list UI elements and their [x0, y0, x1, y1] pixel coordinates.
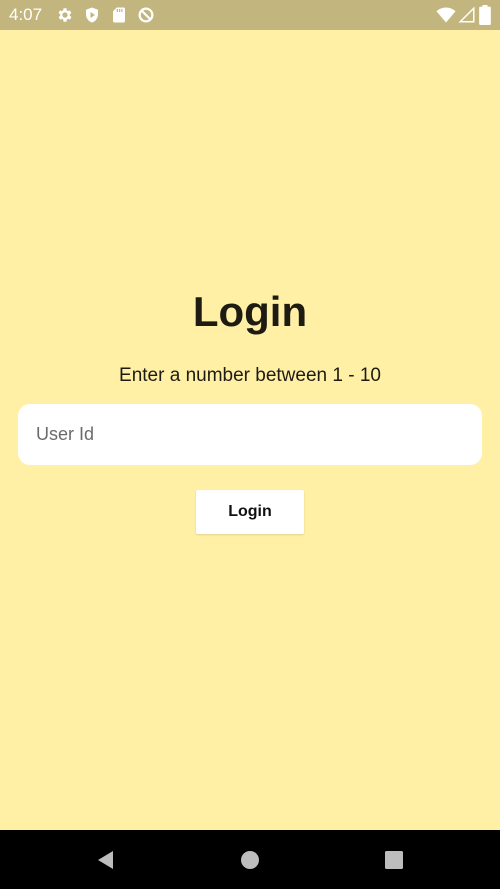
user-id-field[interactable]	[18, 404, 482, 465]
shield-play-icon	[86, 7, 98, 23]
sd-card-icon	[113, 7, 125, 23]
cell-signal-icon	[458, 6, 475, 23]
recents-icon[interactable]	[382, 848, 406, 872]
instruction-text: Enter a number between 1 - 10	[119, 365, 381, 386]
login-button[interactable]: Login	[196, 490, 304, 534]
user-id-input[interactable]	[18, 404, 482, 465]
wifi-icon	[436, 7, 456, 23]
status-bar: 4:07	[0, 0, 500, 30]
login-screen: Login Enter a number between 1 - 10 Logi…	[0, 30, 500, 830]
home-icon[interactable]	[238, 848, 262, 872]
gear-icon	[58, 8, 72, 22]
navigation-bar	[0, 830, 500, 889]
blocked-icon	[138, 7, 154, 23]
battery-icon	[479, 5, 491, 25]
back-icon[interactable]	[94, 848, 118, 872]
page-title: Login	[192, 288, 308, 335]
status-time: 4:07	[9, 5, 43, 24]
